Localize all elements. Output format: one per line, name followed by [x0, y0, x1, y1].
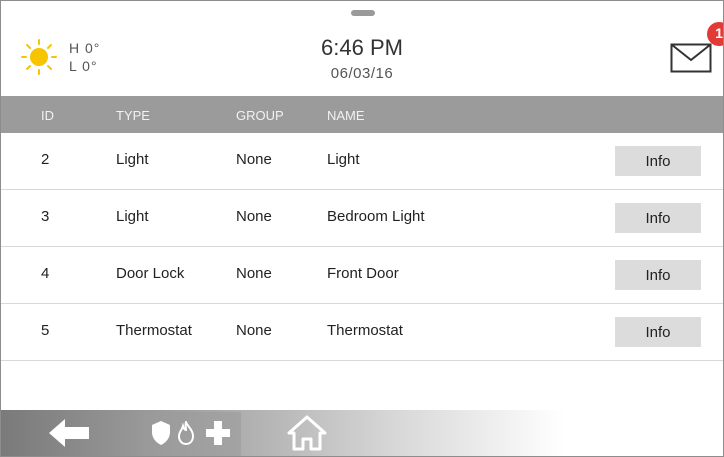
- info-button[interactable]: Info: [615, 203, 701, 233]
- device-name: Light: [327, 151, 360, 168]
- message-count-badge: 1: [707, 22, 723, 46]
- device-id: 2: [41, 151, 50, 168]
- table-row: 5 Thermostat None Thermostat Info: [1, 304, 723, 361]
- table-row: 4 Door Lock None Front Door Info: [1, 247, 723, 304]
- column-header-id: ID: [41, 108, 54, 123]
- pull-down-handle[interactable]: [351, 10, 375, 16]
- fire-icon: [178, 421, 194, 445]
- device-name: Thermostat: [327, 322, 403, 339]
- device-type: Door Lock: [116, 265, 185, 282]
- shield-icon: [152, 421, 170, 445]
- device-name: Bedroom Light: [327, 208, 425, 225]
- clock-time: 6:46 PM: [321, 35, 403, 60]
- device-group: None: [236, 265, 272, 282]
- device-type: Thermostat: [116, 322, 192, 339]
- medical-cross-icon: [206, 421, 230, 445]
- info-button[interactable]: Info: [615, 317, 701, 347]
- info-button[interactable]: Info: [615, 260, 701, 290]
- device-type: Light: [116, 151, 149, 168]
- back-arrow-icon[interactable]: [49, 419, 89, 447]
- device-group: None: [236, 151, 272, 168]
- column-header-group: GROUP: [236, 108, 284, 123]
- device-id: 3: [41, 208, 50, 225]
- clock-date: 06/03/16: [330, 65, 394, 82]
- table-row: 2 Light None Light Info: [1, 133, 723, 190]
- info-button[interactable]: Info: [615, 146, 701, 176]
- device-group: None: [236, 322, 272, 339]
- home-icon[interactable]: [287, 415, 327, 451]
- device-name: Front Door: [327, 265, 399, 282]
- bottom-nav-bar: [1, 410, 723, 456]
- table-header: ID TYPE GROUP NAME: [1, 96, 723, 133]
- device-id: 5: [41, 322, 50, 339]
- table-row: 3 Light None Bedroom Light Info: [1, 190, 723, 247]
- envelope-icon[interactable]: [670, 43, 712, 73]
- status-header: H 0° L 0° 6:46 PM 06/03/16: [1, 1, 723, 96]
- device-type: Light: [116, 208, 149, 225]
- column-header-name: NAME: [327, 108, 365, 123]
- panel-screen: H 0° L 0° 6:46 PM 06/03/16 1 ID TYPE GRO…: [0, 0, 724, 457]
- device-id: 4: [41, 265, 50, 282]
- device-group: None: [236, 208, 272, 225]
- column-header-type: TYPE: [116, 108, 150, 123]
